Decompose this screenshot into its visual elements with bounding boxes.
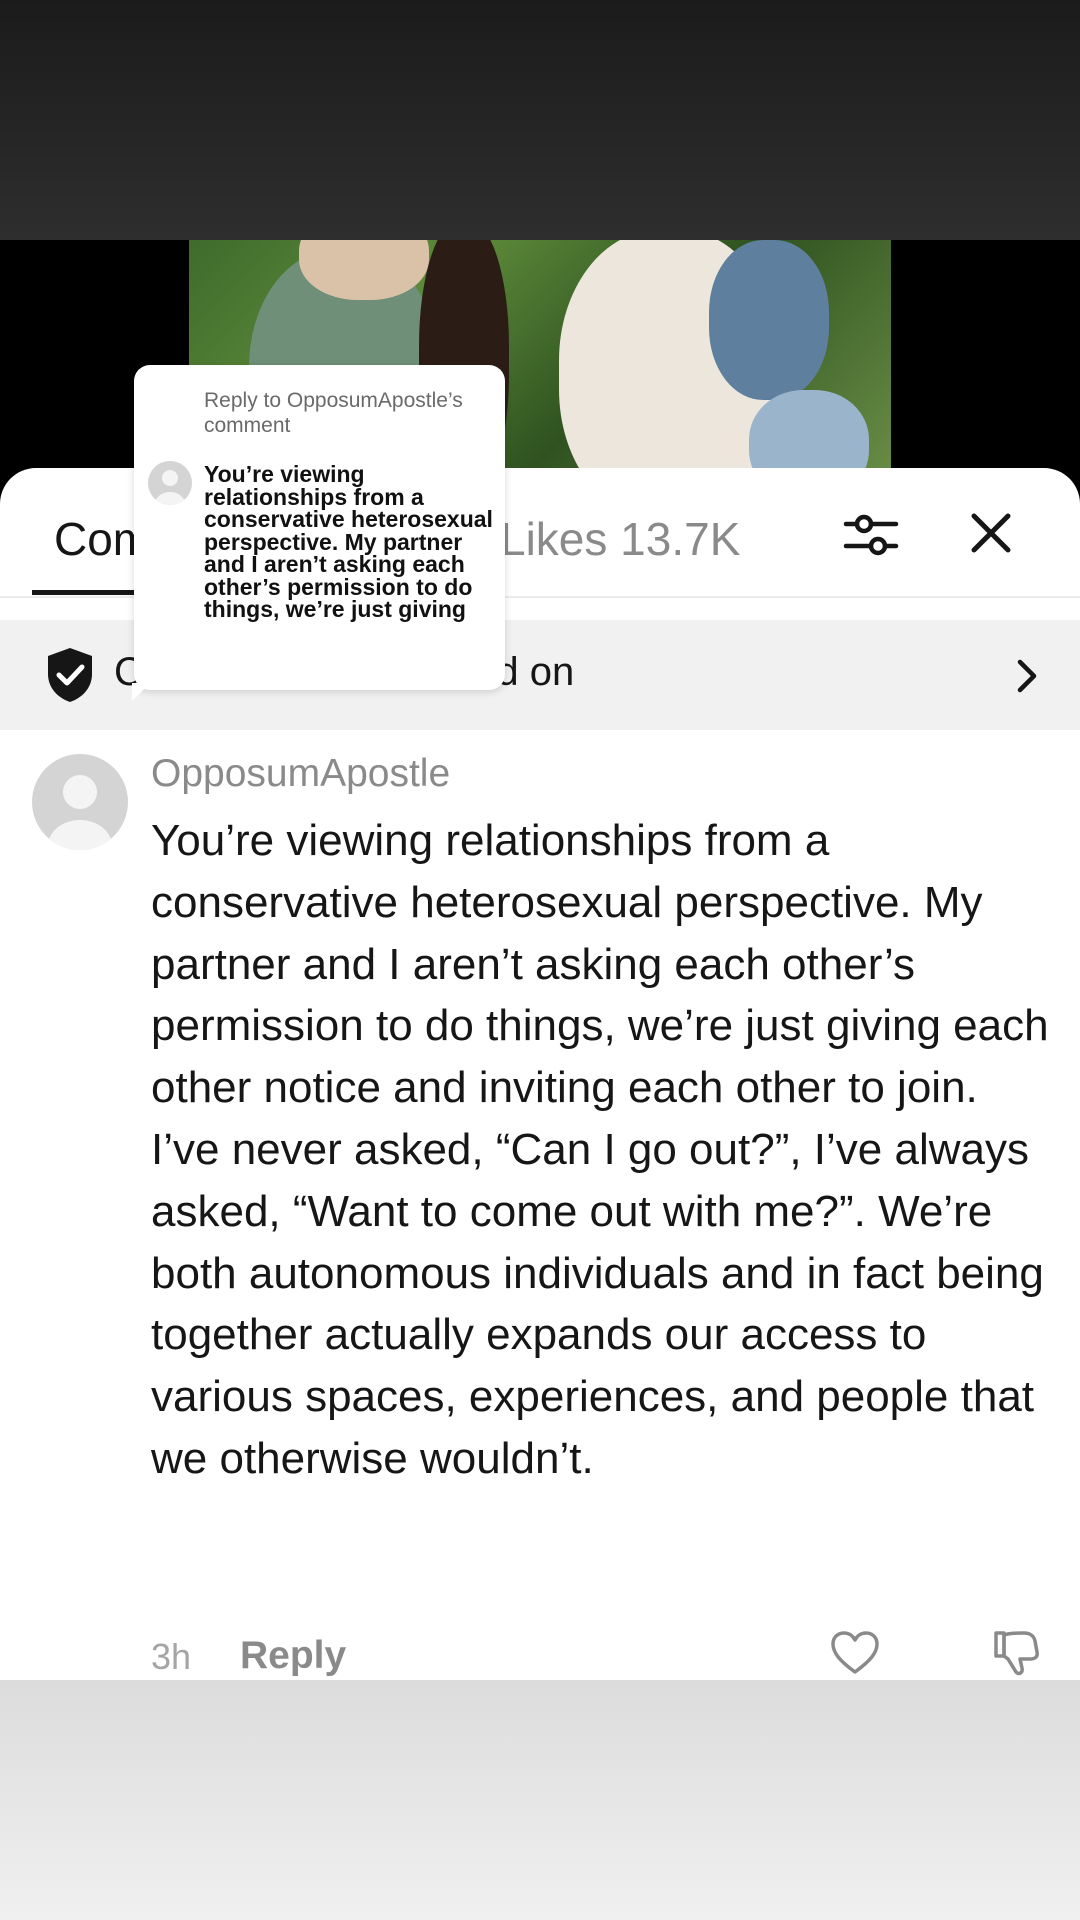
sticker-tail [132,683,150,701]
thumbs-down-icon[interactable] [990,1628,1040,1678]
chevron-right-icon [1012,656,1042,696]
sticker-excerpt: You’re viewing relationships from a cons… [204,461,493,622]
comment-text: You’re viewing relationships from a cons… [151,816,1049,1483]
bottom-background [0,1680,1080,1920]
comment-username[interactable]: OpposumApostle [151,752,450,796]
video-top-background [0,0,1080,240]
avatar[interactable] [32,754,128,850]
reply-sticker: Reply to OpposumApostle’s comment You’re… [132,365,505,701]
comment-timestamp: 3h [151,1636,192,1677]
reply-button[interactable]: Reply [240,1634,346,1678]
avatar [148,461,192,505]
tab-likes[interactable]: Likes 13.7K [500,512,740,566]
close-icon[interactable] [964,506,1018,560]
tab-active-indicator [32,590,134,595]
heart-icon[interactable] [830,1630,880,1676]
sliders-icon[interactable] [842,506,900,564]
shield-check-icon [44,646,96,704]
sticker-header: Reply to OpposumApostle’s comment [204,389,463,437]
